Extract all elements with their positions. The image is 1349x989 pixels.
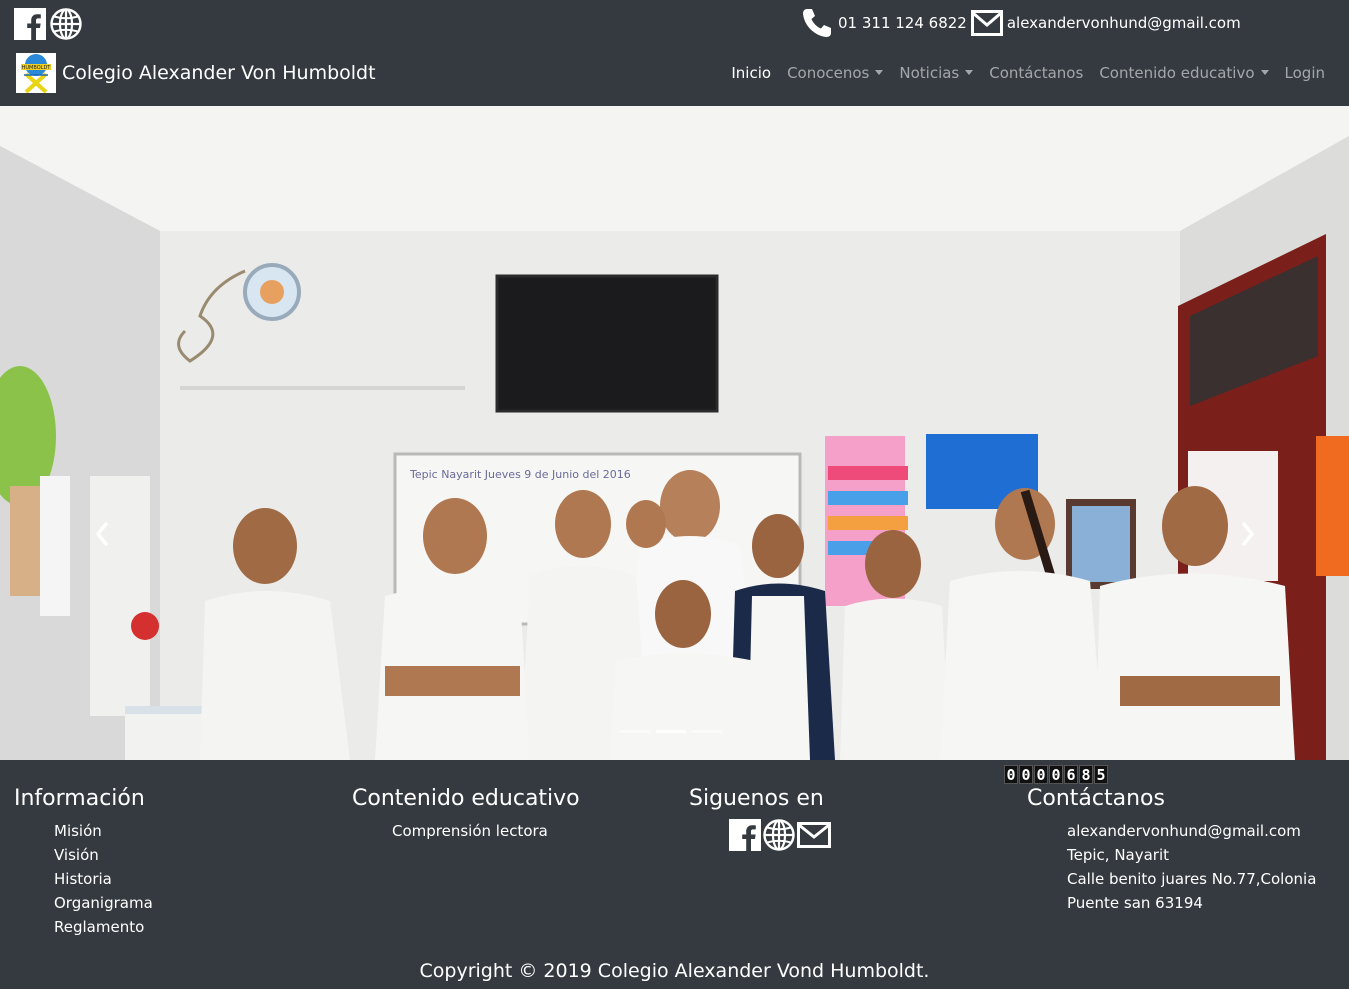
counter-digit: 0 <box>1049 765 1063 784</box>
footer-contact-address-2: Puente san 63194 <box>1067 894 1203 912</box>
footer-link-organigrama[interactable]: Organigrama <box>54 894 153 912</box>
carousel-indicator-active[interactable] <box>656 730 686 733</box>
brand-title: Colegio Alexander Von Humboldt <box>62 62 376 84</box>
footer-link-mision[interactable]: Misión <box>54 822 102 840</box>
header-social-links <box>14 8 82 40</box>
footer-heading: Contáctanos <box>1027 786 1165 811</box>
whiteboard-text: Tepic Nayarit Jueves 9 de Junio del 2016 <box>409 468 631 481</box>
caret-down-icon <box>965 70 974 75</box>
counter-digit: 6 <box>1064 765 1078 784</box>
footer-contenido-educativo: Contenido educativo Comprensión lectora <box>352 786 580 843</box>
copyright-text: Copyright © 2019 Colegio Alexander Vond … <box>419 960 930 982</box>
header-contact: 01 311 124 6822 alexandervonhund@gmail.c… <box>800 6 1241 40</box>
top-navbar: 01 311 124 6822 alexandervonhund@gmail.c… <box>0 0 1349 106</box>
footer-link-historia[interactable]: Historia <box>54 870 112 888</box>
facebook-icon[interactable] <box>14 8 46 40</box>
nav-label: Noticias <box>899 64 960 82</box>
footer-contact-city: Tepic, Nayarit <box>1067 846 1170 864</box>
nav-label: Login <box>1284 64 1325 82</box>
school-logo: HUMBOLDT <box>16 53 56 93</box>
nav-item-noticias[interactable]: Noticias <box>899 64 974 82</box>
footer-siguenos: Siguenos en <box>689 786 831 851</box>
nav-item-inicio[interactable]: Inicio <box>731 64 771 82</box>
counter-digit: 5 <box>1094 765 1108 784</box>
carousel-indicator[interactable] <box>692 730 722 733</box>
nav-item-login[interactable]: Login <box>1285 64 1325 82</box>
header-phone[interactable]: 01 311 124 6822 <box>838 14 967 32</box>
mail-icon <box>970 10 1003 36</box>
header-email[interactable]: alexandervonhund@gmail.com <box>1007 14 1241 32</box>
facebook-icon[interactable] <box>729 819 761 851</box>
globe-icon[interactable] <box>763 819 795 851</box>
nav-label: Contáctanos <box>989 64 1084 82</box>
nav-label: Conocenos <box>787 64 870 82</box>
brand[interactable]: HUMBOLDT Colegio Alexander Von Humboldt <box>16 53 376 93</box>
footer-link-reglamento[interactable]: Reglamento <box>54 918 144 936</box>
chevron-right-icon[interactable] <box>1238 520 1258 548</box>
phone-icon <box>803 9 831 37</box>
footer-link-comprension-lectora[interactable]: Comprensión lectora <box>392 822 548 840</box>
counter-digit: 0 <box>1019 765 1033 784</box>
caret-down-icon <box>1260 70 1269 75</box>
carousel-indicator[interactable] <box>620 730 650 733</box>
footer-informacion: Información Misión Visión Historia Organ… <box>14 786 153 939</box>
nav-item-contactanos[interactable]: Contáctanos <box>989 64 1083 82</box>
carousel-indicators <box>620 730 722 733</box>
caret-down-icon <box>875 70 884 75</box>
footer-link-vision[interactable]: Visión <box>54 846 99 864</box>
footer-contact-email[interactable]: alexandervonhund@gmail.com <box>1067 819 1316 843</box>
visit-counter: 0 0 0 0 6 8 5 <box>1004 765 1108 784</box>
svg-text:HUMBOLDT: HUMBOLDT <box>22 65 52 71</box>
hero-carousel[interactable]: Tepic Nayarit Jueves 9 de Junio del 2016 <box>0 106 1349 760</box>
nav-item-conocenos[interactable]: Conocenos <box>787 64 884 82</box>
nav-item-contenido-educativo[interactable]: Contenido educativo <box>1099 64 1269 82</box>
main-nav: Inicio Conocenos Noticias Contáctanos Co… <box>715 64 1325 82</box>
counter-digit: 0 <box>1034 765 1048 784</box>
footer-contact-address: Calle benito juares No.77,Colonia <box>1067 870 1317 888</box>
footer-heading: Contenido educativo <box>352 786 580 811</box>
counter-digit: 8 <box>1079 765 1093 784</box>
chevron-left-icon[interactable] <box>92 520 112 548</box>
nav-label: Contenido educativo <box>1099 64 1255 82</box>
classroom-photo: Tepic Nayarit Jueves 9 de Junio del 2016 <box>0 106 1349 760</box>
footer-heading: Siguenos en <box>689 786 824 811</box>
mail-icon[interactable] <box>797 819 831 851</box>
footer-heading: Información <box>14 786 145 811</box>
counter-digit: 0 <box>1004 765 1018 784</box>
globe-icon[interactable] <box>50 8 82 40</box>
footer-contactanos: Contáctanos alexandervonhund@gmail.com T… <box>1027 786 1316 915</box>
nav-label: Inicio <box>731 64 772 82</box>
